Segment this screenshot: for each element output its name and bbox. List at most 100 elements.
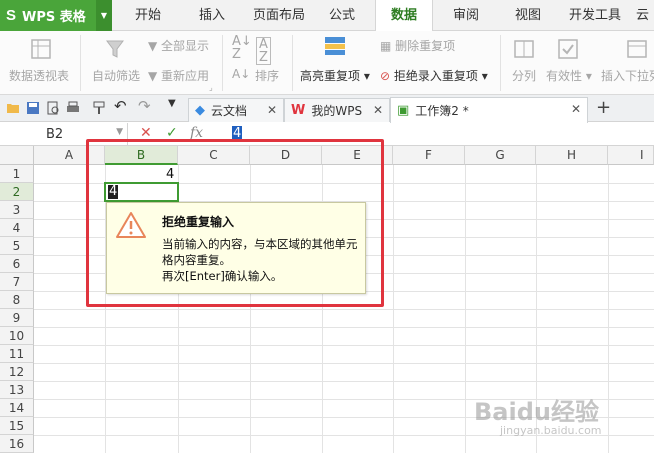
tab-data[interactable]: 数据 xyxy=(375,0,433,32)
document-tab-bar: ↶ ↷ ▼ ◆ 云文档 ✕ W 我的WPS ✕ ▣ 工作簿2 * ✕ + xyxy=(0,95,654,123)
row-header-10[interactable]: 10 xyxy=(0,327,34,345)
cloud-doc-icon: ◆ xyxy=(195,103,205,118)
baidu-watermark: Baidu经验 xyxy=(474,398,599,426)
validity-label: 有效性 xyxy=(546,69,583,83)
chevron-down-icon[interactable]: ▼ xyxy=(116,127,123,137)
gridline xyxy=(34,309,654,310)
tab-page-layout[interactable]: 页面布局 xyxy=(246,0,312,31)
row-header-6[interactable]: 6 xyxy=(0,255,34,273)
doc-tab-workbook[interactable]: ▣ 工作簿2 * ✕ xyxy=(390,97,588,123)
highlight-duplicates-button[interactable]: 高亮重复项 ▾ xyxy=(300,67,370,84)
close-icon[interactable]: ✕ xyxy=(571,102,581,116)
new-tab-button[interactable]: + xyxy=(596,97,611,118)
column-header-f[interactable]: F xyxy=(393,146,465,165)
ribbon-separator xyxy=(80,35,81,91)
row-header-15[interactable]: 15 xyxy=(0,417,34,435)
gridline xyxy=(34,363,654,364)
pivot-table-icon xyxy=(31,39,51,59)
row-header-7[interactable]: 7 xyxy=(0,273,34,291)
redo-icon[interactable]: ↷ xyxy=(138,97,152,115)
split-column-icon xyxy=(514,40,534,58)
print-icon[interactable] xyxy=(66,101,80,115)
row-header-11[interactable]: 11 xyxy=(0,345,34,363)
highlight-duplicates-label: 高亮重复项 xyxy=(300,69,361,83)
row-header-1[interactable]: 1 xyxy=(0,165,34,183)
column-header-h[interactable]: H xyxy=(536,146,608,165)
column-header-i[interactable]: I xyxy=(608,146,654,165)
doc-tab-mywps[interactable]: W 我的WPS ✕ xyxy=(284,98,390,122)
tab-insert[interactable]: 插入 xyxy=(186,0,238,31)
filter-icon xyxy=(106,40,124,58)
undo-icon[interactable]: ↶ xyxy=(114,97,128,115)
chevron-down-icon[interactable]: ▼ xyxy=(96,0,112,31)
tab-formula[interactable]: 公式 xyxy=(320,0,364,31)
annotation-highlight-box xyxy=(86,139,384,307)
validity-button[interactable]: 有效性 ▾ xyxy=(546,67,592,84)
app-title: WPS 表格 xyxy=(22,10,86,25)
remove-duplicates-button[interactable]: ▦ 删除重复项 xyxy=(380,37,455,54)
insert-dropdown-icon xyxy=(627,40,647,58)
tab-cloud[interactable]: 云 xyxy=(636,0,654,31)
pivot-table-button[interactable]: 数据透视表 xyxy=(9,67,69,84)
row-header-5[interactable]: 5 xyxy=(0,237,34,255)
reject-icon: ⊘ xyxy=(380,69,391,83)
baidu-watermark-url: jingyan.baidu.com xyxy=(500,424,602,437)
sort-desc-icon[interactable]: AZ xyxy=(256,37,271,65)
row-header-16[interactable]: 16 xyxy=(0,435,34,453)
ribbon: 数据透视表 自动筛选 ▼ 全部显示 ▼ 重新应用 A↓ Z AZ A↓ 排序 高亮… xyxy=(0,31,654,95)
highlight-duplicates-icon xyxy=(325,37,345,55)
tab-review[interactable]: 审阅 xyxy=(444,0,488,31)
split-button[interactable]: 分列 xyxy=(512,67,536,84)
dialog-launcher-icon[interactable]: ⌟ xyxy=(209,83,213,92)
sort-asc-icon[interactable]: A↓ Z xyxy=(232,35,252,61)
reapply-label: 重新应用 xyxy=(161,69,210,83)
reject-duplicates-button[interactable]: ⊘ 拒绝录入重复项 ▾ xyxy=(380,67,488,84)
doc-tab-label: 云文档 xyxy=(211,104,248,118)
folder-icon[interactable] xyxy=(6,101,20,115)
menu-bar: S WPS 表格 ▼ 开始 插入 页面布局 公式 数据 审阅 视图 开发工具 云 xyxy=(0,0,654,32)
doc-tab-cloud[interactable]: ◆ 云文档 ✕ xyxy=(188,98,284,122)
tab-home[interactable]: 开始 xyxy=(122,0,174,31)
close-icon[interactable]: ✕ xyxy=(267,103,277,117)
sort-button[interactable]: 排序 xyxy=(255,67,279,84)
doc-tab-label: 工作簿2 * xyxy=(415,104,469,118)
tab-view[interactable]: 视图 xyxy=(506,0,550,31)
row-header-14[interactable]: 14 xyxy=(0,399,34,417)
row-header-3[interactable]: 3 xyxy=(0,201,34,219)
remove-duplicates-label: 删除重复项 xyxy=(395,39,456,53)
insert-dropdown-button[interactable]: 插入下拉列 xyxy=(601,67,654,84)
show-all-label: 全部显示 xyxy=(161,39,210,53)
reapply-button[interactable]: ▼ 重新应用 xyxy=(148,67,209,84)
close-icon[interactable]: ✕ xyxy=(373,103,383,117)
gridline xyxy=(34,381,654,382)
gridline xyxy=(34,345,654,346)
format-painter-icon[interactable] xyxy=(92,101,106,115)
print-preview-icon[interactable] xyxy=(46,101,60,115)
app-menu-button[interactable]: S WPS 表格 ▼ xyxy=(0,0,112,31)
ribbon-separator xyxy=(222,35,223,91)
wps-logo-icon: W xyxy=(291,103,306,118)
row-header-2[interactable]: 2 xyxy=(0,183,34,201)
reject-duplicates-label: 拒绝录入重复项 xyxy=(393,69,478,83)
ribbon-separator xyxy=(500,35,501,91)
validity-icon xyxy=(558,39,578,59)
ribbon-separator xyxy=(292,35,293,91)
row-header-9[interactable]: 9 xyxy=(0,309,34,327)
spreadsheet-icon: ▣ xyxy=(397,103,410,118)
wps-logo: S xyxy=(6,7,17,24)
doc-tab-label: 我的WPS xyxy=(311,104,363,118)
row-header-12[interactable]: 12 xyxy=(0,363,34,381)
select-all-corner[interactable] xyxy=(0,146,34,165)
gridline xyxy=(34,327,654,328)
save-icon[interactable] xyxy=(26,101,40,115)
column-header-g[interactable]: G xyxy=(465,146,536,165)
custom-sort-icon[interactable]: A↓ xyxy=(232,67,250,81)
row-header-4[interactable]: 4 xyxy=(0,219,34,237)
tab-developer[interactable]: 开发工具 xyxy=(562,0,628,31)
row-header-13[interactable]: 13 xyxy=(0,381,34,399)
row-header-8[interactable]: 8 xyxy=(0,291,34,309)
show-all-button[interactable]: ▼ 全部显示 xyxy=(148,37,209,54)
autofilter-button[interactable]: 自动筛选 xyxy=(92,67,140,84)
customize-toolbar-icon[interactable]: ▼ xyxy=(168,98,182,112)
name-box-value: B2 xyxy=(46,127,64,142)
